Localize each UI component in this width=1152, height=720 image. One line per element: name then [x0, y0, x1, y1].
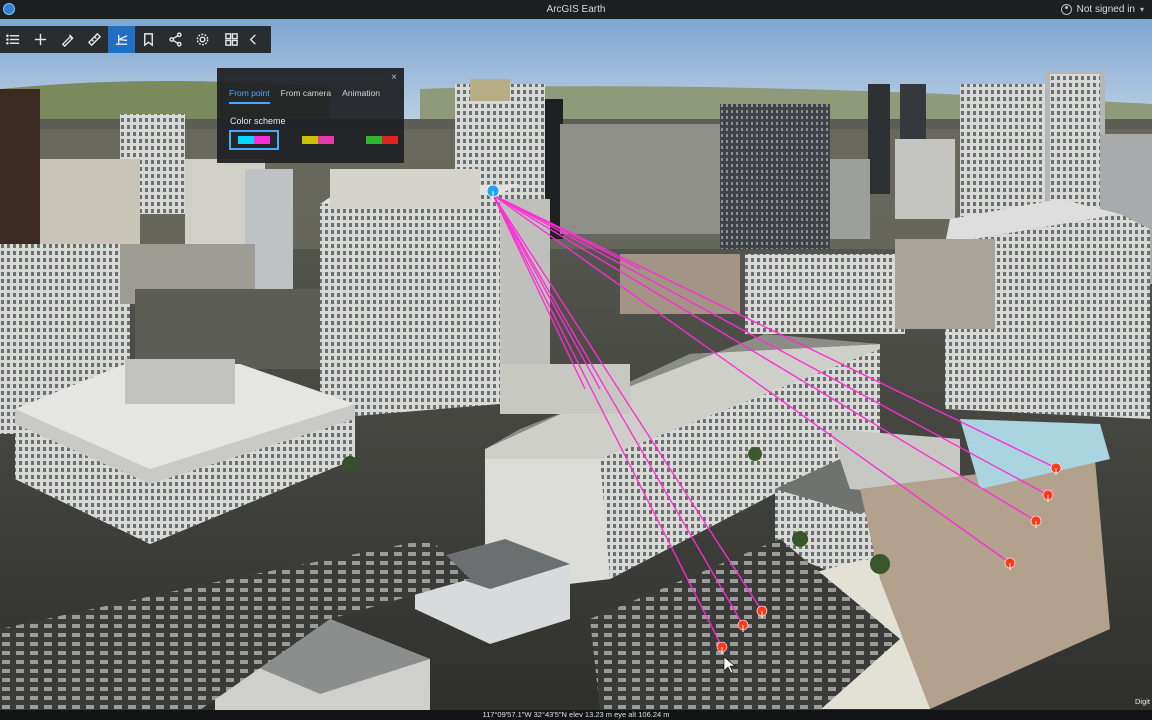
- sign-in-menu[interactable]: Not signed in ▾: [1060, 4, 1144, 15]
- add-icon[interactable]: [27, 26, 54, 53]
- bookmark-icon[interactable]: [135, 26, 162, 53]
- tab-from-point[interactable]: From point: [229, 88, 270, 104]
- city-scene: [0, 19, 1152, 710]
- color-scheme-option[interactable]: [229, 130, 279, 150]
- color-scheme-option[interactable]: [293, 130, 343, 150]
- attribution-text: Digit: [1134, 697, 1150, 706]
- collapse-chevron-icon[interactable]: [245, 26, 261, 53]
- settings-icon[interactable]: [189, 26, 216, 53]
- user-icon: [1060, 4, 1072, 15]
- close-icon[interactable]: ×: [391, 72, 397, 83]
- share-icon[interactable]: [162, 26, 189, 53]
- draw-icon[interactable]: [54, 26, 81, 53]
- main-toolbar: [0, 26, 271, 53]
- app-title: ArcGIS Earth: [546, 4, 606, 15]
- tab-from-camera[interactable]: From camera: [281, 88, 332, 104]
- sign-in-label: Not signed in: [1076, 4, 1135, 15]
- scene-viewport[interactable]: [0, 19, 1152, 710]
- color-scheme-options: [229, 130, 407, 150]
- color-scheme-label: Color scheme: [230, 116, 286, 126]
- tab-animation[interactable]: Animation: [342, 88, 380, 104]
- status-bar: 117°09'57.1"W 32°43'5"N elev 13.23 m eye…: [0, 710, 1152, 720]
- list-icon[interactable]: [0, 26, 27, 53]
- coordinate-readout: 117°09'57.1"W 32°43'5"N elev 13.23 m eye…: [482, 710, 670, 719]
- chevron-down-icon: ▾: [1139, 5, 1144, 14]
- line-of-sight-panel: × From point From camera Animation Color…: [217, 68, 404, 163]
- apps-grid-icon[interactable]: [218, 26, 245, 53]
- los-tabs: From point From camera Animation: [229, 88, 380, 104]
- line-of-sight-icon[interactable]: [108, 26, 135, 53]
- title-bar: ArcGIS Earth Not signed in ▾: [0, 0, 1152, 19]
- measure-icon[interactable]: [81, 26, 108, 53]
- color-scheme-option[interactable]: [357, 130, 407, 150]
